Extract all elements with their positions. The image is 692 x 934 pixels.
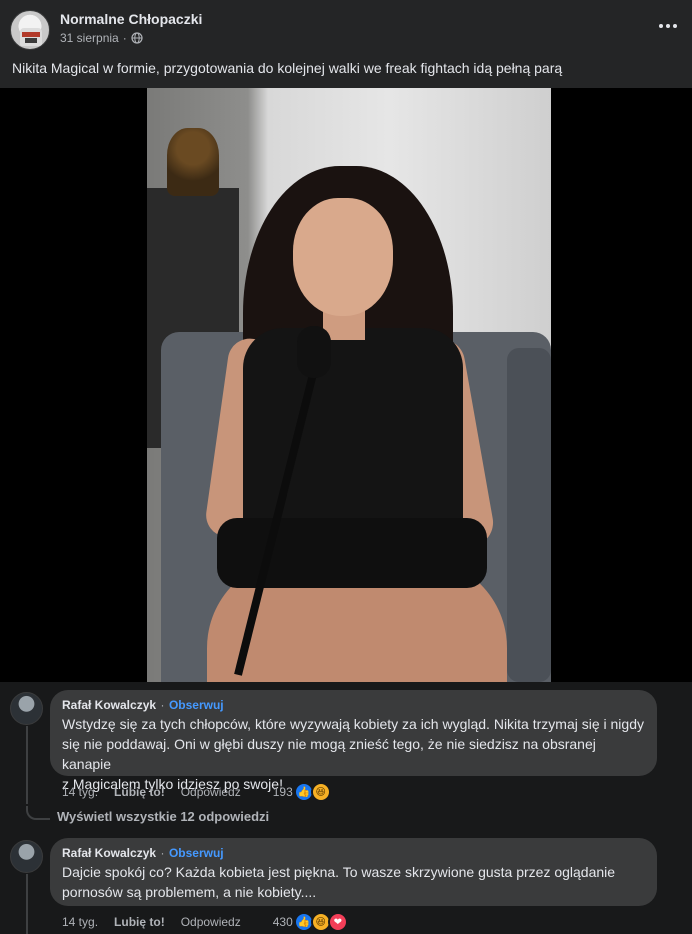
meta-separator: · (122, 31, 127, 45)
follow-button[interactable]: Obserwuj (169, 846, 224, 860)
thread-line (26, 874, 28, 934)
video-microphone-shape (297, 326, 331, 378)
reaction-count: 430 (272, 915, 293, 929)
video-face-shape (293, 198, 393, 316)
view-all-replies-button[interactable]: Wyświetl wszystkie 12 odpowiedzi (57, 809, 269, 824)
comment-time[interactable]: 14 tyg. (62, 915, 98, 929)
avatar-stripe-shape (22, 32, 40, 37)
avatar-shirt-shape (20, 28, 42, 46)
comment-separator: · (160, 698, 165, 712)
reaction-count: 193 (272, 785, 293, 799)
video-bust-shape (167, 128, 219, 196)
more-dot-icon (673, 24, 677, 28)
page-name[interactable]: Normalne Chłopaczki (60, 11, 202, 27)
like-button[interactable]: Lubię to! (114, 915, 165, 929)
page-avatar[interactable] (10, 10, 50, 50)
comment-bubble: Rafał Kowalczyk · Obserwuj Dajcie spokój… (50, 838, 657, 906)
reply-button[interactable]: Odpowiedz (181, 785, 241, 799)
comment-text-line: się nie poddawaj. Oni w głębi duszy nie … (62, 736, 596, 772)
reactions-summary[interactable]: 430 👍 😆 ❤ (273, 912, 348, 932)
thread-elbow (26, 806, 50, 820)
comment-actions: 14 tyg. Lubię to! Odpowiedz 193 👍 😆 (62, 782, 331, 802)
more-options-button[interactable] (656, 16, 680, 36)
video-frame (147, 88, 551, 682)
comment-actions: 14 tyg. Lubię to! Odpowiedz 430 👍 😆 ❤ (62, 912, 348, 932)
haha-icon: 😆 (310, 782, 331, 802)
like-button[interactable]: Lubię to! (114, 785, 165, 799)
video-couch-arm-shape (507, 348, 551, 682)
comment-avatar[interactable] (10, 692, 43, 725)
comment-text-line: pornosów są problemem, a nie kobiety.... (62, 884, 317, 900)
follow-button[interactable]: Obserwuj (169, 698, 224, 712)
reply-button[interactable]: Odpowiedz (181, 915, 241, 929)
comment-text: Dajcie spokój co? Każda kobieta jest pię… (62, 862, 645, 902)
comment-separator: · (160, 846, 165, 860)
more-dot-icon (659, 24, 663, 28)
comment-text-line: Wstydzę się za tych chłopców, które wyzy… (62, 716, 644, 732)
globe-icon (131, 32, 143, 44)
comment-author[interactable]: Rafał Kowalczyk (62, 846, 156, 860)
post-text: Nikita Magical w formie, przygotowania d… (12, 60, 563, 76)
reactions-summary[interactable]: 193 👍 😆 (273, 782, 331, 802)
comment-avatar[interactable] (10, 840, 43, 873)
comment-text-line: Dajcie spokój co? Każda kobieta jest pię… (62, 864, 616, 880)
thread-line (26, 726, 28, 804)
post-meta: 31 sierpnia · (60, 31, 143, 45)
love-icon: ❤ (327, 912, 348, 932)
comment-bubble: Rafał Kowalczyk · Obserwuj Wstydzę się z… (50, 690, 657, 792)
avatar-logo-shape (25, 38, 37, 43)
post-header: Normalne Chłopaczki 31 sierpnia · Nikita… (0, 0, 692, 88)
post-video[interactable] (0, 88, 692, 682)
comment-time[interactable]: 14 tyg. (62, 785, 98, 799)
post-date[interactable]: 31 sierpnia (60, 31, 119, 45)
comment-author[interactable]: Rafał Kowalczyk (62, 698, 156, 712)
more-dot-icon (666, 24, 670, 28)
